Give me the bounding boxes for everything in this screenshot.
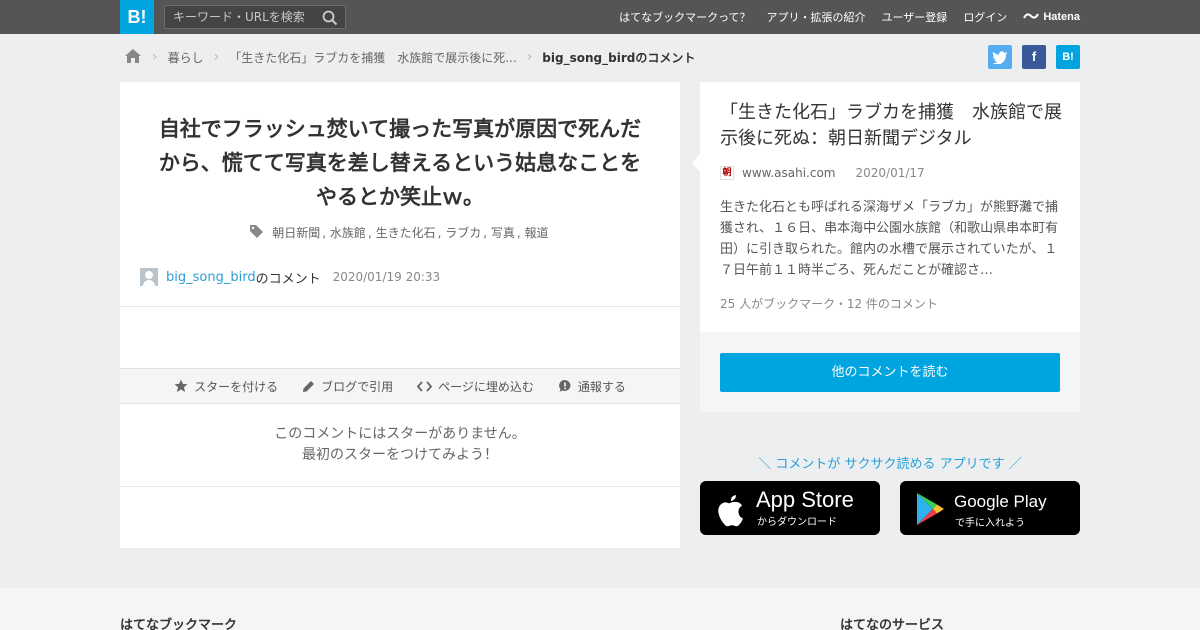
add-star-button[interactable]: スターを付ける [174, 378, 278, 395]
divider [120, 306, 680, 307]
no-star-line2: 最初のスターをつけてみよう！ [302, 447, 498, 463]
twitter-share-button[interactable] [988, 45, 1012, 69]
entry-card: 「生きた化石」ラブカを捕獲 水族館で展示後に死ぬ：朝日新聞デジタル 朝 www.… [692, 82, 1080, 412]
entry-domain-link[interactable]: www.asahi.com [742, 166, 836, 180]
tag-item[interactable]: 報道 [525, 226, 549, 240]
chevron-right-icon: › [526, 49, 533, 65]
divider [120, 486, 680, 487]
top-nav: はてなブックマークって？ アプリ・拡張の紹介 ユーザー登録 ログイン Haten… [619, 0, 1080, 34]
hatena-brand-text: Hatena [1043, 11, 1080, 23]
chevron-right-icon: › [213, 49, 220, 65]
entry-summary-text: 生きた化石とも呼ばれる深海ザメ「ラブカ」が熊野灘で捕獲され、１６日、串本海中公園… [720, 200, 1059, 278]
star-icon [174, 379, 188, 392]
comment-actions: スターを付ける ブログで引用 ページに埋め込む 通報する [120, 368, 680, 404]
entry-title-link[interactable]: 「生きた化石」ラブカを捕獲 水族館で展示後に死ぬ：朝日新聞デジタル [720, 100, 1065, 152]
username-link[interactable]: big_song_bird [166, 270, 256, 285]
tag-list: 朝日新聞, 水族館, 生きた化石, ラブカ, 写真, 報道 [120, 224, 680, 242]
site-favicon: 朝 [720, 166, 734, 180]
tag-icon [249, 224, 264, 242]
google-play-button[interactable]: Google Play で手に入れよう [900, 481, 1080, 535]
top-bar: B! はてなブックマークって？ アプリ・拡張の紹介 ユーザー登録 ログイン Ha… [0, 0, 1200, 34]
username-suffix: のコメント [255, 271, 321, 287]
share-buttons: f B! [988, 45, 1080, 69]
comment-card: 自社でフラッシュ焚いて撮った写真が原因で死んだから、慌てて写真を差し替えるという… [120, 82, 680, 548]
report-button[interactable]: 通報する [558, 378, 626, 395]
google-play-icon [917, 493, 944, 525]
tag-item[interactable]: 朝日新聞 [272, 226, 320, 240]
breadcrumb-category[interactable]: 暮らし [168, 49, 204, 66]
nav-about[interactable]: はてなブックマークって？ [619, 9, 750, 25]
entry-meta: 朝 www.asahi.com 2020/01/17 [720, 166, 925, 180]
facebook-share-button[interactable]: f [1022, 45, 1046, 69]
code-icon [417, 380, 433, 392]
footer: はてなブックマーク はてなのサービス [0, 588, 1200, 630]
tag-item[interactable]: ラブカ [445, 226, 481, 240]
app-store-title: App Store [756, 487, 854, 512]
avatar[interactable] [140, 268, 158, 286]
pencil-icon [303, 380, 315, 392]
no-star-message: このコメントにはスターがありません。 最初のスターをつけてみよう！ [120, 424, 680, 466]
app-promo-text: ＼ コメントが サクサク読める アプリです ／ [758, 457, 1022, 472]
tag-item[interactable]: 写真 [491, 226, 515, 240]
comment-timestamp: 2020/01/19 20:33 [332, 270, 441, 284]
search-box [164, 5, 346, 29]
app-store-button[interactable]: App Store からダウンロード [700, 481, 880, 535]
read-other-comments-button[interactable]: 他のコメントを読む [720, 353, 1060, 392]
no-star-line1: このコメントにはスターがありません。 [274, 426, 526, 442]
hatena-share-button[interactable]: B! [1056, 45, 1080, 69]
facebook-icon: f [1031, 49, 1037, 64]
breadcrumb-entry[interactable]: 「生きた化石」ラブカを捕獲 水族館で展示後に死... [229, 49, 516, 66]
search-input[interactable] [173, 8, 318, 26]
tag-item[interactable]: 水族館 [330, 226, 366, 240]
search-icon[interactable] [321, 9, 339, 27]
chevron-right-icon: › [152, 49, 158, 65]
nav-apps[interactable]: アプリ・拡張の紹介 [767, 9, 866, 25]
add-star-label: スターを付ける [194, 379, 279, 394]
embed-button[interactable]: ページに埋め込む [417, 378, 534, 395]
hatena-bookmark-logo[interactable]: B! [120, 0, 154, 34]
twitter-icon [992, 51, 1007, 65]
report-label: 通報する [577, 379, 626, 394]
google-play-title: Google Play [954, 492, 1047, 511]
hatena-mark-icon [1023, 13, 1040, 19]
hatena-logo[interactable]: Hatena [1023, 11, 1080, 23]
nav-login[interactable]: ログイン [963, 9, 1007, 25]
footer-heading-services: はてなのサービス [840, 618, 945, 630]
nav-register[interactable]: ユーザー登録 [882, 9, 948, 25]
report-icon [559, 380, 571, 392]
google-play-subtitle: で手に入れよう [955, 518, 1025, 529]
app-store-subtitle: からダウンロード [757, 517, 837, 528]
entry-summary-box: 「生きた化石」ラブカを捕獲 水族館で展示後に死ぬ：朝日新聞デジタル 朝 www.… [692, 82, 1080, 332]
footer-heading-bookmark: はてなブックマーク [120, 618, 238, 630]
tag-item[interactable]: 生きた化石 [376, 226, 436, 240]
home-icon[interactable] [124, 48, 142, 67]
breadcrumb-current: big_song_birdのコメント [542, 50, 696, 65]
embed-label: ページに埋め込む [438, 379, 534, 394]
breadcrumb: › 暮らし › 「生きた化石」ラブカを捕獲 水族館で展示後に死... › big… [124, 46, 695, 68]
card-pointer [692, 154, 700, 172]
comment-text: 自社でフラッシュ焚いて撮った写真が原因で死んだから、慌てて写真を差し替えるという… [158, 117, 642, 209]
blog-quote-button[interactable]: ブログで引用 [302, 378, 393, 395]
blog-quote-label: ブログで引用 [321, 379, 394, 394]
entry-bookmark-counts[interactable]: 25 人がブックマーク・12 件のコメント [720, 295, 938, 312]
apple-icon [718, 495, 743, 527]
comment-author-row: big_song_bird のコメント 2020/01/19 20:33 [140, 267, 440, 287]
entry-date: 2020/01/17 [855, 166, 925, 180]
